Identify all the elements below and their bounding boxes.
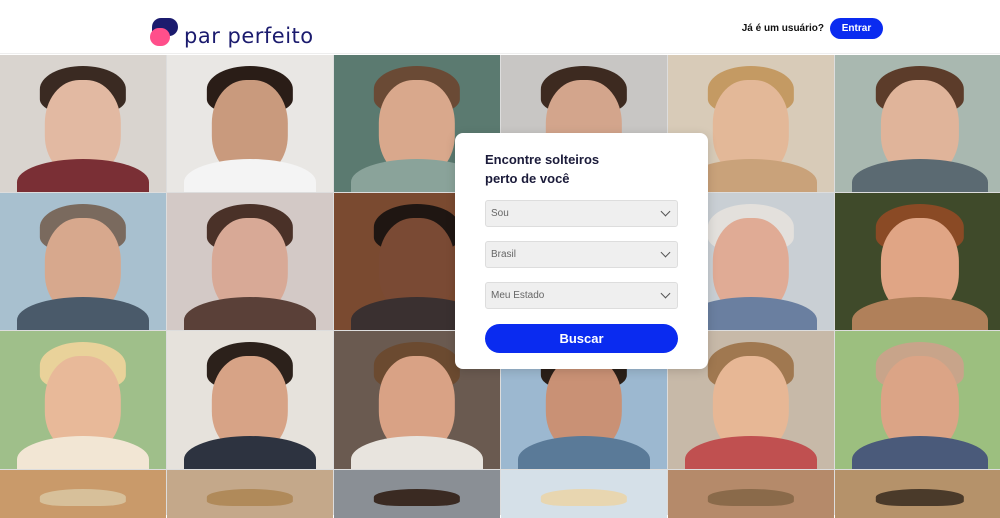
login-question: Já é um usuário? (741, 23, 824, 34)
logo-text: par perfeito (184, 24, 314, 48)
search-button[interactable]: Buscar (485, 324, 678, 353)
profile-photo (501, 470, 667, 518)
gender-select[interactable]: Sou (485, 200, 678, 227)
search-title-line2: perto de você (485, 171, 570, 186)
profile-photo (0, 470, 166, 518)
profile-photo (0, 331, 166, 469)
profile-photo (835, 470, 1000, 518)
profile-photo (835, 331, 1000, 469)
logo-mark-icon (150, 18, 182, 48)
state-select[interactable]: Meu Estado (485, 282, 678, 309)
par-perfeito-logo[interactable]: par perfeito (150, 6, 314, 48)
profile-photo (0, 193, 166, 330)
profile-photo (835, 55, 1000, 192)
login-button[interactable]: Entrar (830, 18, 883, 39)
chevron-down-icon (660, 206, 671, 217)
search-card: Encontre solteiros perto de você Sou Bra… (455, 133, 708, 369)
country-select[interactable]: Brasil (485, 241, 678, 268)
top-header: par perfeito Já é um usuário? Entrar (0, 0, 1000, 54)
profile-photo (0, 55, 166, 192)
profile-photo (167, 331, 333, 469)
profile-photo (167, 470, 333, 518)
chevron-down-icon (660, 247, 671, 258)
profile-photo (334, 470, 500, 518)
search-title: Encontre solteiros perto de você (485, 150, 685, 188)
search-title-line1: Encontre solteiros (485, 152, 600, 167)
state-select-value: Meu Estado (491, 290, 545, 301)
gender-select-value: Sou (491, 208, 509, 219)
login-area: Já é um usuário? Entrar (742, 18, 883, 39)
country-select-value: Brasil (491, 249, 517, 260)
profile-photo (668, 470, 834, 518)
profile-photo (167, 55, 333, 192)
profile-photo (835, 193, 1000, 330)
chevron-down-icon (660, 288, 671, 299)
profile-photo (167, 193, 333, 330)
